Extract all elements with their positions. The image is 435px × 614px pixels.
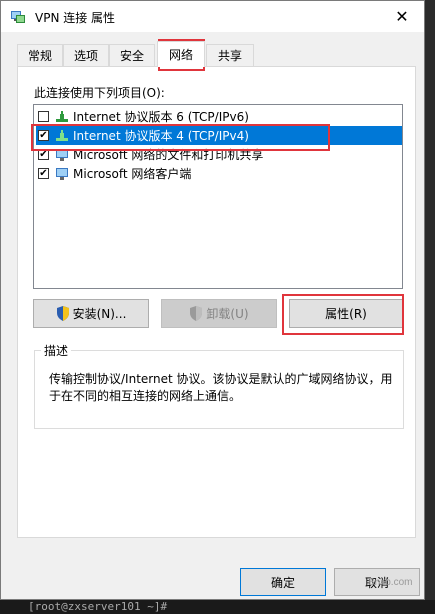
terminal-strip: [root@zxserver101 ~]# (0, 600, 435, 614)
tab-network[interactable]: 网络 (157, 41, 205, 67)
shield-icon (190, 306, 203, 321)
list-item-label: Internet 协议版本 6 (TCP/IPv6) (73, 110, 249, 124)
network-protocol-icon (56, 129, 68, 141)
tab-general[interactable]: 常规 (17, 44, 63, 66)
install-button[interactable]: 安装(N)... (33, 299, 149, 328)
network-client-icon (56, 167, 68, 180)
ok-button[interactable]: 确定 (240, 568, 326, 596)
description-group: 描述 传输控制协议/Internet 协议。该协议是默认的广域网络协议，用于在不… (34, 342, 404, 429)
network-connection-icon (11, 11, 25, 23)
list-item-label: Microsoft 网络的文件和打印机共享 (73, 148, 264, 162)
list-item[interactable]: ✔ Internet 协议版本 4 (TCP/IPv4) (36, 126, 402, 145)
close-icon: ✕ (395, 7, 409, 26)
uninstall-button[interactable]: 卸载(U) (161, 299, 277, 328)
description-text: 传输控制协议/Internet 协议。该协议是默认的广域网络协议，用于在不同的相… (49, 372, 393, 403)
title-bar[interactable]: VPN 连接 属性 ✕ (1, 1, 424, 32)
list-item[interactable]: ✔ Microsoft 网络客户端 (36, 164, 402, 183)
list-item[interactable]: Internet 协议版本 6 (TCP/IPv6) (36, 107, 402, 126)
description-title: 描述 (41, 342, 72, 359)
close-button[interactable]: ✕ (380, 1, 424, 32)
network-tab-panel: 此连接使用下列项目(O): Internet 协议版本 6 (TCP/IPv6)… (17, 66, 416, 538)
list-item-label: Microsoft 网络客户端 (73, 167, 192, 181)
connection-items-label: 此连接使用下列项目(O): (34, 86, 165, 100)
network-protocol-icon (56, 110, 68, 122)
tab-sharing[interactable]: 共享 (206, 44, 254, 66)
window-title: VPN 连接 属性 (35, 11, 116, 25)
watermark: Bnxb.com (368, 577, 413, 588)
component-list[interactable]: Internet 协议版本 6 (TCP/IPv6) ✔ Internet 协议… (33, 104, 403, 289)
list-item[interactable]: ✔ Microsoft 网络的文件和打印机共享 (36, 145, 402, 164)
shield-icon (56, 306, 69, 321)
properties-dialog: VPN 连接 属性 ✕ 常规 选项 安全 网络 共享 此连接使用下列项目(O):… (0, 0, 425, 600)
network-service-icon (56, 148, 68, 161)
tab-security[interactable]: 安全 (109, 44, 155, 66)
list-item-label: Internet 协议版本 4 (TCP/IPv4) (73, 129, 249, 143)
checkbox[interactable]: ✔ (38, 130, 49, 141)
checkbox[interactable]: ✔ (38, 168, 49, 179)
properties-button[interactable]: 属性(R) (289, 299, 403, 328)
checkbox[interactable] (38, 111, 49, 122)
checkbox[interactable]: ✔ (38, 149, 49, 160)
tab-options[interactable]: 选项 (63, 44, 109, 66)
